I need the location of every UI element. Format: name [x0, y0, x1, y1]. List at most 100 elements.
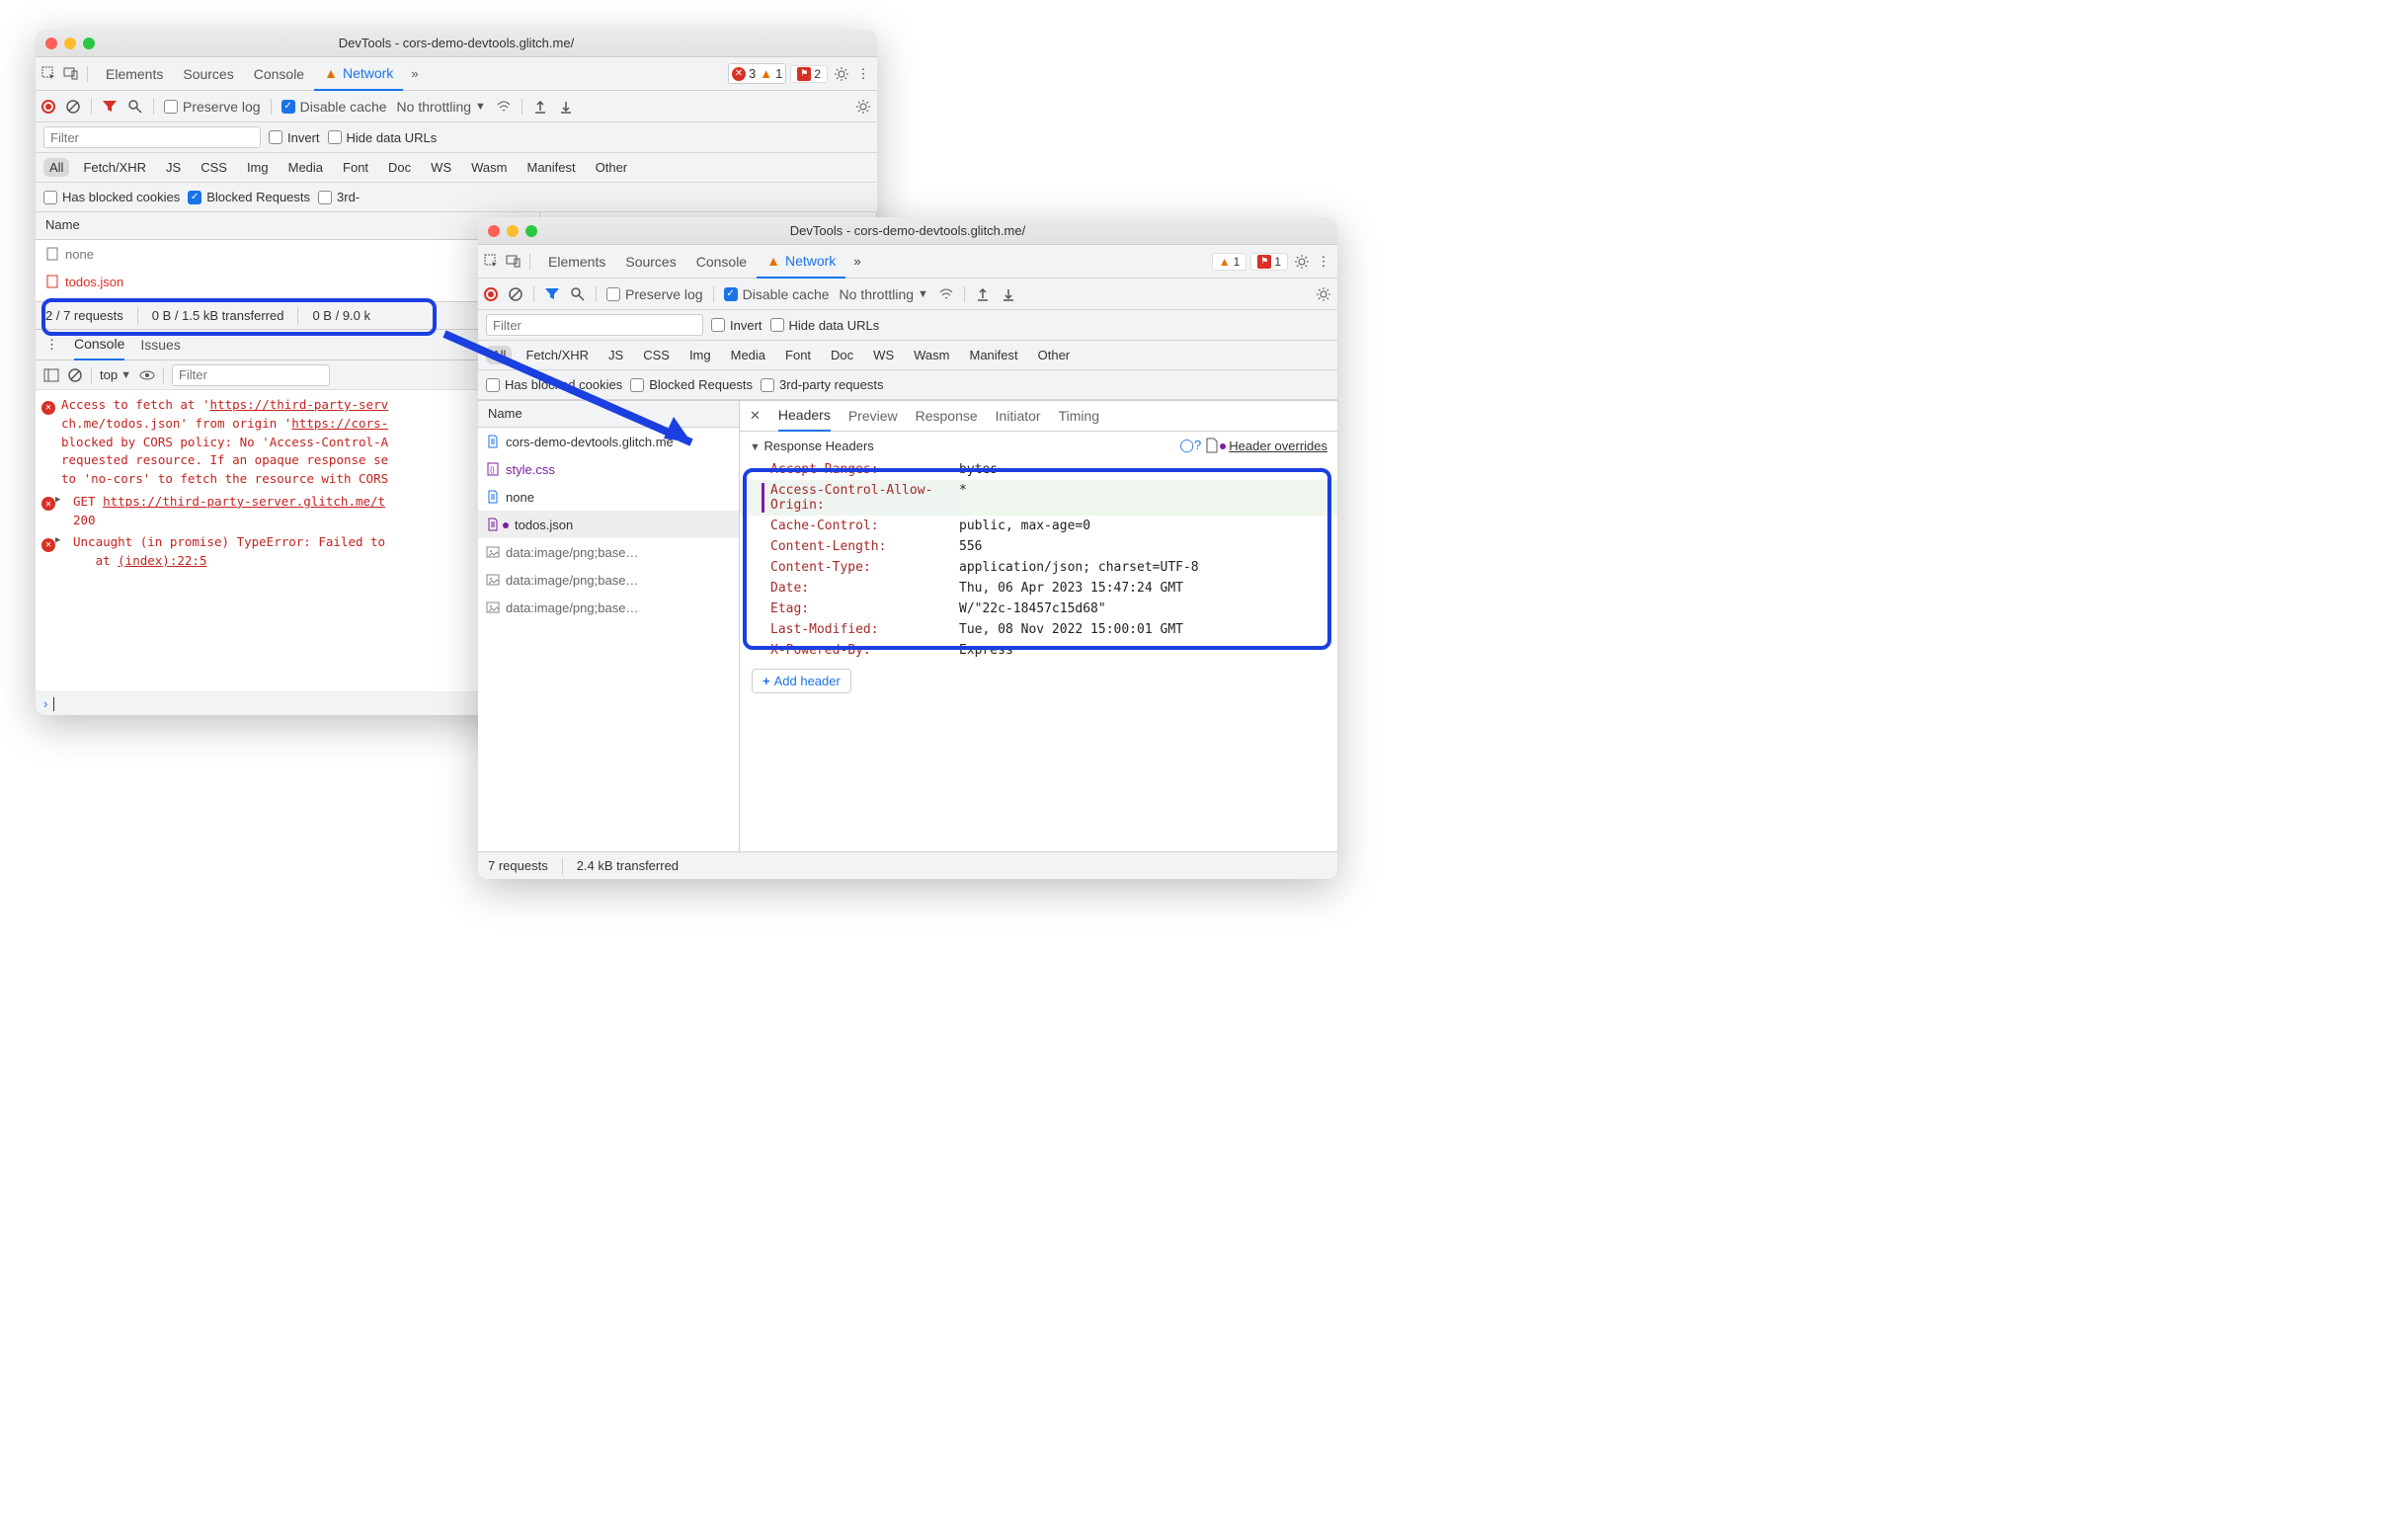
download-icon[interactable] [558, 99, 574, 115]
issue-counters[interactable]: ✕3 ▲1 [728, 63, 786, 84]
invert-checkbox[interactable]: Invert [269, 130, 320, 145]
request-row[interactable]: data:image/png;base… [478, 594, 739, 621]
throttling-select[interactable]: No throttling▼ [840, 286, 928, 302]
kebab-icon[interactable]: ⋮ [45, 337, 58, 353]
hide-data-urls-checkbox[interactable]: Hide data URLs [328, 130, 438, 145]
close-icon[interactable] [488, 225, 500, 237]
minimize-icon[interactable] [507, 225, 519, 237]
request-row[interactable]: todos.json [478, 511, 739, 538]
header-row[interactable]: Date:Thu, 06 Apr 2023 15:47:24 GMT [740, 578, 1337, 599]
third-party-checkbox[interactable]: 3rd- [318, 190, 360, 204]
live-expression-icon[interactable] [139, 367, 155, 383]
blocked-requests-checkbox[interactable]: Blocked Requests [188, 190, 310, 204]
filter-chip-manifest[interactable]: Manifest [521, 158, 581, 177]
header-row[interactable]: Accept-Ranges:bytes [740, 459, 1337, 480]
warning-badge[interactable]: ▲1 [1212, 253, 1247, 271]
filter-chip-other[interactable]: Other [590, 158, 634, 177]
tab-console[interactable]: Console [686, 245, 757, 279]
clear-icon[interactable] [65, 99, 81, 115]
tab-preview[interactable]: Preview [848, 400, 898, 432]
help-icon[interactable]: ◯? [1182, 438, 1198, 453]
header-row[interactable]: Cache-Control:public, max-age=0 [740, 516, 1337, 536]
issues-badge[interactable]: ⚑2 [790, 65, 828, 83]
drawer-tab-console[interactable]: Console [74, 329, 124, 360]
gear-icon[interactable] [1294, 254, 1310, 270]
disable-cache-checkbox[interactable]: Disable cache [281, 99, 387, 115]
filter-chip-media[interactable]: Media [725, 346, 771, 364]
device-icon[interactable] [63, 66, 79, 82]
preserve-log-checkbox[interactable]: Preserve log [606, 286, 703, 302]
filter-input[interactable] [43, 126, 261, 148]
close-icon[interactable] [45, 38, 57, 49]
filter-chip-media[interactable]: Media [282, 158, 329, 177]
response-headers-section[interactable]: ▼ Response Headers ◯? Header overrides [740, 432, 1337, 459]
tab-sources[interactable]: Sources [615, 245, 685, 279]
clear-icon[interactable] [508, 286, 523, 302]
filter-chip-doc[interactable]: Doc [825, 346, 859, 364]
filter-chip-other[interactable]: Other [1032, 346, 1077, 364]
filter-chip-manifest[interactable]: Manifest [963, 346, 1023, 364]
wifi-icon[interactable] [938, 286, 954, 302]
filter-chip-img[interactable]: Img [241, 158, 275, 177]
request-row[interactable]: data:image/png;base… [478, 538, 739, 566]
header-row[interactable]: Last-Modified:Tue, 08 Nov 2022 15:00:01 … [740, 619, 1337, 640]
sidebar-toggle-icon[interactable] [43, 367, 59, 383]
blocked-cookies-checkbox[interactable]: Has blocked cookies [43, 190, 180, 204]
issues-badge[interactable]: ⚑1 [1250, 253, 1288, 271]
tab-response[interactable]: Response [916, 400, 978, 432]
search-icon[interactable] [570, 286, 586, 302]
close-icon[interactable]: ✕ [750, 408, 761, 424]
filter-chip-css[interactable]: CSS [195, 158, 233, 177]
column-name[interactable]: Name [36, 212, 540, 239]
download-icon[interactable] [1001, 286, 1016, 302]
wifi-icon[interactable] [496, 99, 512, 115]
filter-chip-all[interactable]: All [43, 158, 69, 177]
filter-chip-doc[interactable]: Doc [382, 158, 417, 177]
tab-sources[interactable]: Sources [173, 57, 243, 91]
header-row[interactable]: X-Powered-By:Express [740, 640, 1337, 661]
record-icon[interactable] [484, 287, 498, 301]
tab-network[interactable]: ▲Network [757, 245, 845, 279]
filter-chip-ws[interactable]: WS [867, 346, 900, 364]
tab-headers[interactable]: Headers [778, 400, 831, 432]
kebab-icon[interactable]: ⋮ [1316, 254, 1331, 270]
gear-icon[interactable] [1316, 286, 1331, 302]
tab-initiator[interactable]: Initiator [996, 400, 1041, 432]
preserve-log-checkbox[interactable]: Preserve log [164, 99, 261, 115]
tab-console[interactable]: Console [244, 57, 314, 91]
tab-timing[interactable]: Timing [1059, 400, 1100, 432]
filter-chip-ws[interactable]: WS [425, 158, 457, 177]
header-row[interactable]: Content-Type:application/json; charset=U… [740, 557, 1337, 578]
inspect-icon[interactable] [484, 254, 500, 270]
third-party-checkbox[interactable]: 3rd-party requests [761, 377, 884, 392]
filter-chip-wasm[interactable]: Wasm [465, 158, 513, 177]
gear-icon[interactable] [834, 66, 849, 82]
record-icon[interactable] [41, 100, 55, 114]
header-row[interactable]: Etag:W/"22c-18457c15d68" [740, 599, 1337, 619]
header-row[interactable]: Content-Length:556 [740, 536, 1337, 557]
overrides-link[interactable]: Header overrides [1204, 438, 1327, 453]
throttling-select[interactable]: No throttling▼ [397, 99, 486, 115]
device-icon[interactable] [506, 254, 522, 270]
tab-elements[interactable]: Elements [96, 57, 173, 91]
search-icon[interactable] [127, 99, 143, 115]
more-tabs-icon[interactable]: » [845, 254, 868, 269]
context-select[interactable]: top▼ [100, 367, 131, 382]
filter-icon[interactable] [102, 99, 118, 115]
gear-icon[interactable] [855, 99, 871, 115]
header-row[interactable]: Access-Control-Allow-Origin:* [740, 480, 1337, 516]
filter-chip-fetchxhr[interactable]: Fetch/XHR [77, 158, 152, 177]
inspect-icon[interactable] [41, 66, 57, 82]
filter-chip-font[interactable]: Font [779, 346, 817, 364]
add-header-button[interactable]: +Add header [752, 669, 851, 693]
upload-icon[interactable] [975, 286, 991, 302]
hide-data-urls-checkbox[interactable]: Hide data URLs [770, 318, 880, 333]
kebab-icon[interactable]: ⋮ [855, 66, 871, 82]
tab-network[interactable]: ▲Network [314, 57, 403, 91]
filter-chip-wasm[interactable]: Wasm [908, 346, 955, 364]
zoom-icon[interactable] [83, 38, 95, 49]
console-filter-input[interactable] [172, 364, 330, 386]
request-row[interactable]: none [478, 483, 739, 511]
drawer-tab-issues[interactable]: Issues [140, 329, 180, 360]
tab-elements[interactable]: Elements [538, 245, 615, 279]
